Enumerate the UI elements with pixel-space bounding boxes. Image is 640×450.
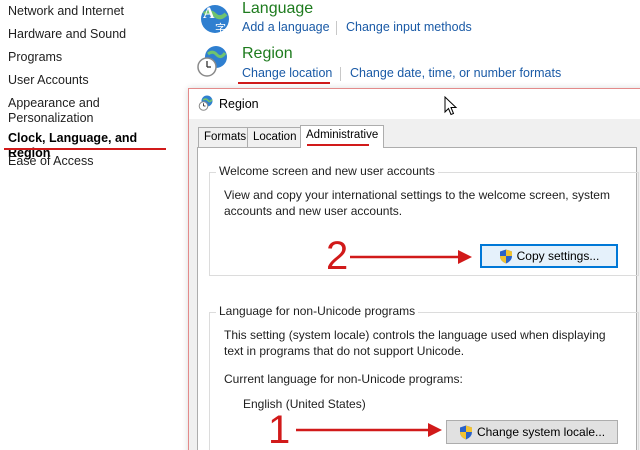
welcome-group-title: Welcome screen and new user accounts	[216, 164, 438, 178]
region-globe-clock-icon	[198, 95, 213, 111]
current-language-label: Current language for non-Unicode program…	[224, 372, 463, 386]
sidebar-item-user-accounts[interactable]: User Accounts	[8, 73, 89, 88]
svg-text:字: 字	[215, 21, 226, 35]
tab-location[interactable]: Location	[247, 127, 303, 147]
step-1-arrow	[296, 423, 442, 437]
sidebar-item-personalization[interactable]: Personalization	[8, 111, 93, 126]
copy-settings-button[interactable]: Copy settings...	[480, 244, 618, 268]
dialog-title: Region	[219, 97, 259, 111]
non-unicode-description-line1: This setting (system locale) controls th…	[224, 328, 606, 342]
change-system-locale-label: Change system locale...	[476, 425, 606, 439]
link-separator	[340, 67, 341, 81]
step-2-arrow	[350, 250, 472, 264]
dialog-titlebar[interactable]: Region	[189, 89, 640, 119]
control-panel-sidebar: Network and Internet Hardware and Sound …	[0, 0, 180, 450]
region-dialog: Region Formats Location Administrative W…	[188, 88, 640, 450]
step-2-number: 2	[326, 234, 349, 278]
sidebar-item-programs[interactable]: Programs	[8, 50, 62, 65]
change-location-link[interactable]: Change location	[242, 66, 332, 80]
welcome-description-line1: View and copy your international setting…	[224, 188, 610, 202]
welcome-description-line2: accounts and new user accounts.	[224, 204, 403, 218]
link-separator	[336, 21, 337, 35]
change-input-methods-link[interactable]: Change input methods	[346, 20, 472, 34]
copy-settings-label: Copy settings...	[516, 249, 600, 263]
change-location-underline	[238, 82, 330, 84]
sidebar-item-ease-of-access[interactable]: Ease of Access	[8, 154, 93, 169]
svg-text:A: A	[203, 5, 215, 22]
sidebar-highlight-underline	[4, 148, 166, 150]
current-language-value: English (United States)	[243, 397, 366, 411]
administrative-tab-panel: Welcome screen and new user accounts Vie…	[197, 147, 639, 450]
region-category-title[interactable]: Region	[242, 45, 293, 63]
change-date-time-formats-link[interactable]: Change date, time, or number formats	[350, 66, 561, 80]
non-unicode-group-title: Language for non-Unicode programs	[216, 304, 419, 318]
tab-formats[interactable]: Formats	[198, 127, 253, 147]
region-globe-clock-icon[interactable]	[196, 44, 230, 78]
sidebar-item-network[interactable]: Network and Internet	[8, 4, 124, 19]
language-icon[interactable]: A 字	[198, 2, 232, 36]
uac-shield-icon	[459, 425, 472, 439]
mouse-cursor-icon	[444, 96, 458, 116]
administrative-tab-underline	[307, 144, 369, 146]
step-1-number: 1	[268, 408, 291, 450]
language-category-title[interactable]: Language	[242, 0, 313, 18]
non-unicode-description-line2: text in programs that do not support Uni…	[224, 344, 465, 358]
sidebar-item-appearance[interactable]: Appearance and	[8, 96, 100, 111]
uac-shield-icon	[499, 249, 512, 263]
sidebar-item-hardware[interactable]: Hardware and Sound	[8, 27, 126, 42]
change-system-locale-button[interactable]: Change system locale...	[446, 420, 618, 444]
add-language-link[interactable]: Add a language	[242, 20, 330, 34]
